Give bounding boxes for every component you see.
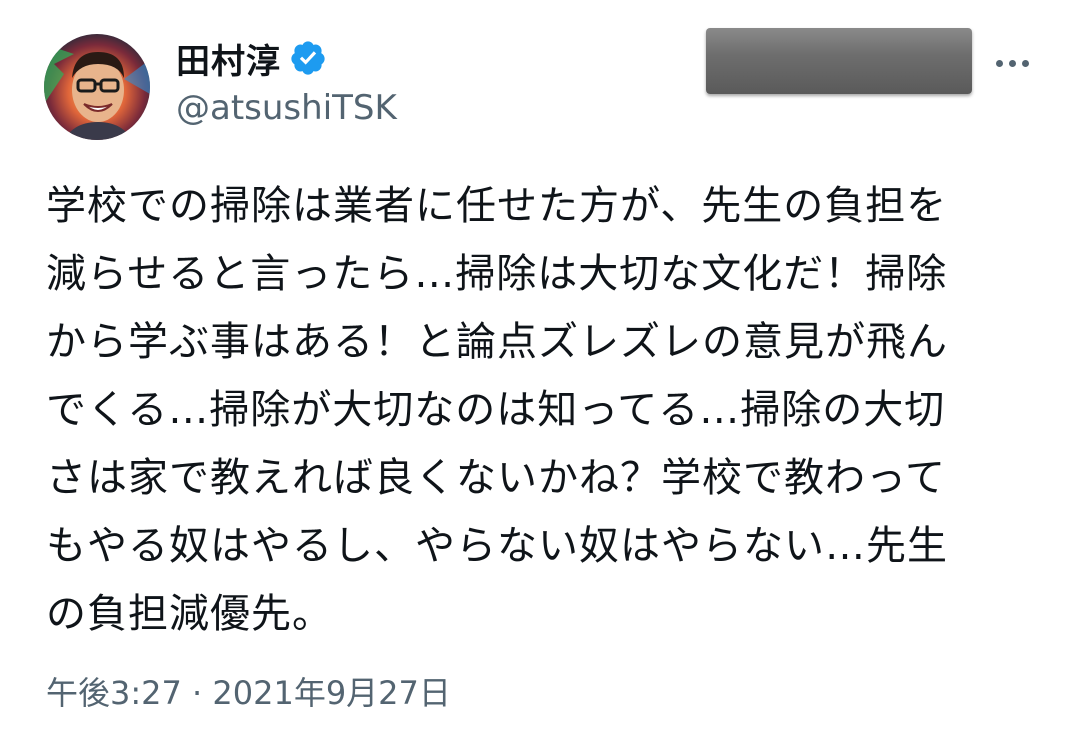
tweet-card[interactable]: 田村淳 @atsushiTSK 学校での掃除は業者に任せた方が、先生の負担を 減… [0, 0, 1080, 733]
tweet-text-line: でくる…掃除が大切なのは知ってる…掃除の大切 [46, 387, 946, 433]
tweet-text: 学校での掃除は業者に任せた方が、先生の負担を 減らせると言ったら…掃除は大切な文… [46, 172, 1046, 648]
author-handle[interactable]: @atsushiTSK [176, 88, 397, 128]
tweet-text-line: の負担減優先。 [46, 591, 333, 637]
display-name[interactable]: 田村淳 [176, 34, 281, 83]
redacted-follow-area [706, 28, 972, 94]
tweet-text-line: 学校での掃除は業者に任せた方が、先生の負担を [46, 183, 948, 229]
more-horizontal-icon[interactable] [990, 48, 1034, 78]
tweet-timestamp[interactable]: 午後3:27 · 2021年9月27日 [46, 668, 451, 714]
tweet-text-line: から学ぶ事はある！と論点ズレズレの意見が飛ん [46, 319, 948, 365]
tweet-text-line: 減らせると言ったら…掃除は大切な文化だ！掃除 [46, 251, 948, 297]
verified-badge-icon [289, 39, 327, 77]
avatar[interactable] [44, 34, 150, 140]
tweet-text-line: もやる奴はやるし、やらない奴はやらない…先生 [46, 523, 948, 569]
author-name-row: 田村淳 [176, 34, 327, 82]
tweet-text-line: さは家で教えれば良くないかね？学校で教わって [46, 455, 946, 501]
